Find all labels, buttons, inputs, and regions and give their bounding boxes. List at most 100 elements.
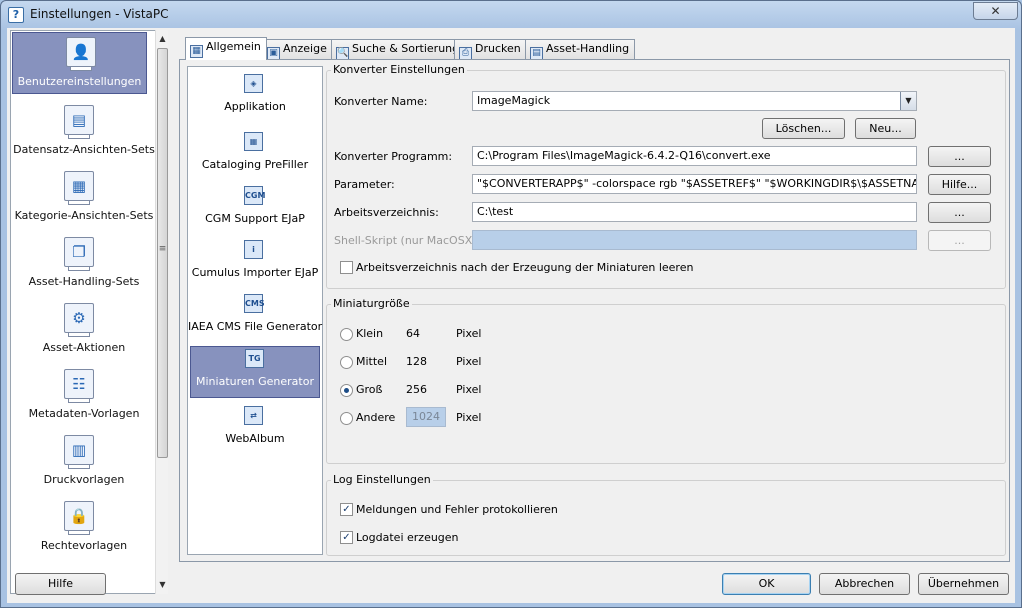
tab-allgemein[interactable]: ▦ Allgemein [185, 37, 267, 60]
nav-item-label: Rechtevorlagen [40, 539, 128, 552]
plugin-item-cataloging-prefiller[interactable]: ▦ Cataloging PreFiller [188, 130, 322, 182]
size-medium-radio[interactable] [340, 356, 353, 369]
ok-button[interactable]: OK [722, 573, 811, 595]
settings-window: ? Einstellungen - VistaPC ✕ 👤 Benutzerei… [0, 0, 1022, 608]
plugin-list: ◈ Applikation ▦ Cataloging PreFiller CGM… [187, 66, 323, 555]
thumbnail-generator-icon: TG [245, 349, 264, 368]
plugin-item-applikation[interactable]: ◈ Applikation [188, 72, 322, 124]
nav-item-label: Druckvorlagen [43, 473, 125, 486]
log-errors-checkbox[interactable]: ✓ [340, 503, 353, 516]
metadata-template-icon: ☷ [64, 369, 94, 403]
help-button[interactable]: Hilfe [15, 573, 106, 595]
tab-anzeige[interactable]: ▣ Anzeige [262, 39, 333, 60]
nav-item-label: Datensatz-Ansichten-Sets [13, 143, 155, 156]
tab-drucken[interactable]: ⎙ Drucken [454, 39, 527, 60]
settings-category-list: 👤 Benutzereinstellungen ▤ Datensatz-Ansi… [10, 30, 158, 594]
group-title: Log Einstellungen [331, 473, 433, 486]
plugin-label: Applikation [224, 100, 286, 113]
plugin-item-cgm-support[interactable]: CGM CGM Support EJaP [188, 184, 322, 236]
size-other-unit: Pixel [456, 411, 482, 424]
tab-suche-sortierung[interactable]: 🔍 Suche & Sortierung [331, 39, 466, 60]
nav-scrollbar[interactable]: ▲ ≡ ▼ [155, 30, 168, 594]
parameter-input[interactable]: "$CONVERTERAPP$" -colorspace rgb "$ASSET… [472, 174, 917, 194]
group-title: Konverter Einstellungen [331, 63, 467, 76]
size-medium-label: Mittel [356, 355, 387, 368]
converter-name-label: Konverter Name: [334, 95, 428, 108]
category-views-icon: ▦ [64, 171, 94, 205]
size-large-radio[interactable] [340, 384, 353, 397]
nav-item-label: Kategorie-Ansichten-Sets [14, 209, 154, 222]
nav-item-kategorie-ansichten-sets[interactable]: ▦ Kategorie-Ansichten-Sets [11, 167, 157, 229]
browse-working-dir-button[interactable]: ... [928, 202, 991, 223]
nav-item-label: Asset-Aktionen [42, 341, 126, 354]
delete-converter-button[interactable]: Löschen... [762, 118, 845, 139]
nav-item-benutzereinstellungen[interactable]: 👤 Benutzereinstellungen [12, 32, 147, 94]
nav-item-metadaten-vorlagen[interactable]: ☷ Metadaten-Vorlagen [11, 365, 157, 427]
size-small-radio[interactable] [340, 328, 353, 341]
plugin-label: CGM Support EJaP [205, 212, 305, 225]
tab-label: Suche & Sortierung [352, 42, 460, 55]
group-title: Miniaturgröße [331, 297, 412, 310]
nav-item-asset-handling-sets[interactable]: ❐ Asset-Handling-Sets [11, 233, 157, 295]
plugin-label: WebAlbum [225, 432, 285, 445]
record-views-icon: ▤ [64, 105, 94, 139]
title-bar: ? Einstellungen - VistaPC ✕ [1, 1, 1021, 28]
tab-panel-allgemein: ◈ Applikation ▦ Cataloging PreFiller CGM… [179, 59, 1010, 562]
general-icon: ▦ [190, 45, 203, 58]
size-other-radio[interactable] [340, 412, 353, 425]
size-other-input[interactable]: 1024 [406, 407, 446, 427]
converter-program-label: Konverter Programm: [334, 150, 453, 163]
parameter-label: Parameter: [334, 178, 395, 191]
shell-script-label: Shell-Skript (nur MacOSX): [334, 234, 481, 247]
user-icon: 👤 [66, 37, 96, 71]
size-small-unit: Pixel [456, 327, 482, 340]
clear-working-dir-checkbox[interactable] [340, 261, 353, 274]
nav-item-druckvorlagen[interactable]: ▥ Druckvorlagen [11, 431, 157, 493]
plugin-item-webalbum[interactable]: ⇄ WebAlbum [188, 404, 322, 456]
cms-icon: CMS [244, 294, 265, 313]
plugin-item-cumulus-importer[interactable]: i Cumulus Importer EJaP [188, 238, 322, 290]
print-template-icon: ▥ [64, 435, 94, 469]
chevron-down-icon[interactable]: ▼ [900, 92, 916, 110]
log-file-checkbox[interactable]: ✓ [340, 531, 353, 544]
nav-item-rechtevorlagen[interactable]: 🔒 Rechtevorlagen [11, 497, 157, 559]
prefiller-icon: ▦ [244, 132, 263, 151]
scroll-up-arrow-icon[interactable]: ▲ [156, 32, 169, 46]
converter-settings-group: Konverter Einstellungen Konverter Name: … [326, 63, 1006, 289]
browse-shell-script-button[interactable]: ... [928, 230, 991, 251]
plugin-label: Cumulus Importer EJaP [191, 266, 319, 279]
scroll-down-arrow-icon[interactable]: ▼ [156, 578, 169, 592]
tab-asset-handling[interactable]: ▤ Asset-Handling [525, 39, 636, 60]
plugin-label: Cataloging PreFiller [201, 158, 309, 171]
converter-program-input[interactable]: C:\Program Files\ImageMagick-6.4.2-Q16\c… [472, 146, 917, 166]
tab-label: Drucken [475, 42, 521, 55]
shell-script-input[interactable] [472, 230, 917, 250]
cancel-button[interactable]: Abbrechen [819, 573, 910, 595]
nav-item-datensatz-ansichten-sets[interactable]: ▤ Datensatz-Ansichten-Sets [11, 101, 157, 163]
nav-item-label: Asset-Handling-Sets [28, 275, 140, 288]
importer-icon: i [244, 240, 263, 259]
scrollbar-thumb[interactable]: ≡ [157, 48, 168, 458]
plugin-item-iaea-cms-file-generator[interactable]: CMS IAEA CMS File Generator [188, 292, 322, 344]
nav-item-label: Benutzereinstellungen [17, 75, 142, 88]
app-icon: ? [8, 7, 24, 23]
nav-item-label: Metadaten-Vorlagen [28, 407, 140, 420]
converter-name-select[interactable]: ImageMagick ▼ [472, 91, 917, 111]
window-title: Einstellungen - VistaPC [30, 7, 169, 21]
apply-button[interactable]: Übernehmen [918, 573, 1009, 595]
browse-program-button[interactable]: ... [928, 146, 991, 167]
plugin-item-miniaturen-generator[interactable]: TG Miniaturen Generator [190, 346, 320, 398]
gears-icon: ⚙ [64, 303, 94, 337]
nav-item-asset-aktionen[interactable]: ⚙ Asset-Aktionen [11, 299, 157, 361]
tab-label: Asset-Handling [546, 42, 630, 55]
webalbum-icon: ⇄ [244, 406, 263, 425]
clear-working-dir-label: Arbeitsverzeichnis nach der Erzeugung de… [356, 261, 694, 274]
new-converter-button[interactable]: Neu... [855, 118, 916, 139]
working-dir-label: Arbeitsverzeichnis: [334, 206, 439, 219]
tab-label: Allgemein [206, 40, 261, 53]
size-large-unit: Pixel [456, 383, 482, 396]
parameter-help-button[interactable]: Hilfe... [928, 174, 991, 195]
thumbnail-size-group: Miniaturgröße Klein 64 Pixel Mittel 128 … [326, 297, 1006, 464]
close-button[interactable]: ✕ [973, 2, 1018, 20]
working-dir-input[interactable]: C:\test [472, 202, 917, 222]
